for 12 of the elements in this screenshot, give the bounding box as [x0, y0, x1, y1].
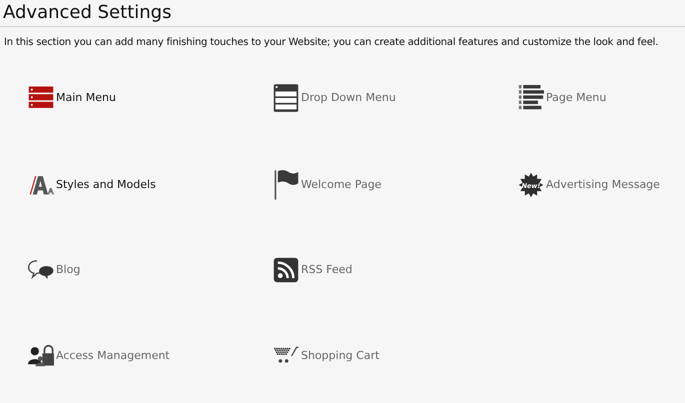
page-title: Advanced Settings — [3, 1, 172, 25]
settings-link[interactable]: Access Management — [56, 348, 170, 364]
settings-link[interactable]: Blog — [56, 262, 80, 278]
settings-link[interactable]: Styles and Models — [56, 176, 156, 194]
settings-link[interactable]: Drop Down Menu — [301, 90, 396, 106]
settings-link[interactable]: Advertising Message — [546, 176, 660, 194]
settings-link[interactable]: Main Menu — [56, 90, 116, 106]
settings-link[interactable]: Welcome Page — [301, 176, 382, 194]
settings-link[interactable]: RSS Feed — [301, 262, 352, 278]
settings-link[interactable]: Shopping Cart — [301, 348, 380, 364]
settings-link[interactable]: Page Menu — [546, 90, 606, 106]
section-description: In this section you can add many finishing touches to your Website; you can create additional features and customize the look and feel. — [3, 36, 660, 50]
